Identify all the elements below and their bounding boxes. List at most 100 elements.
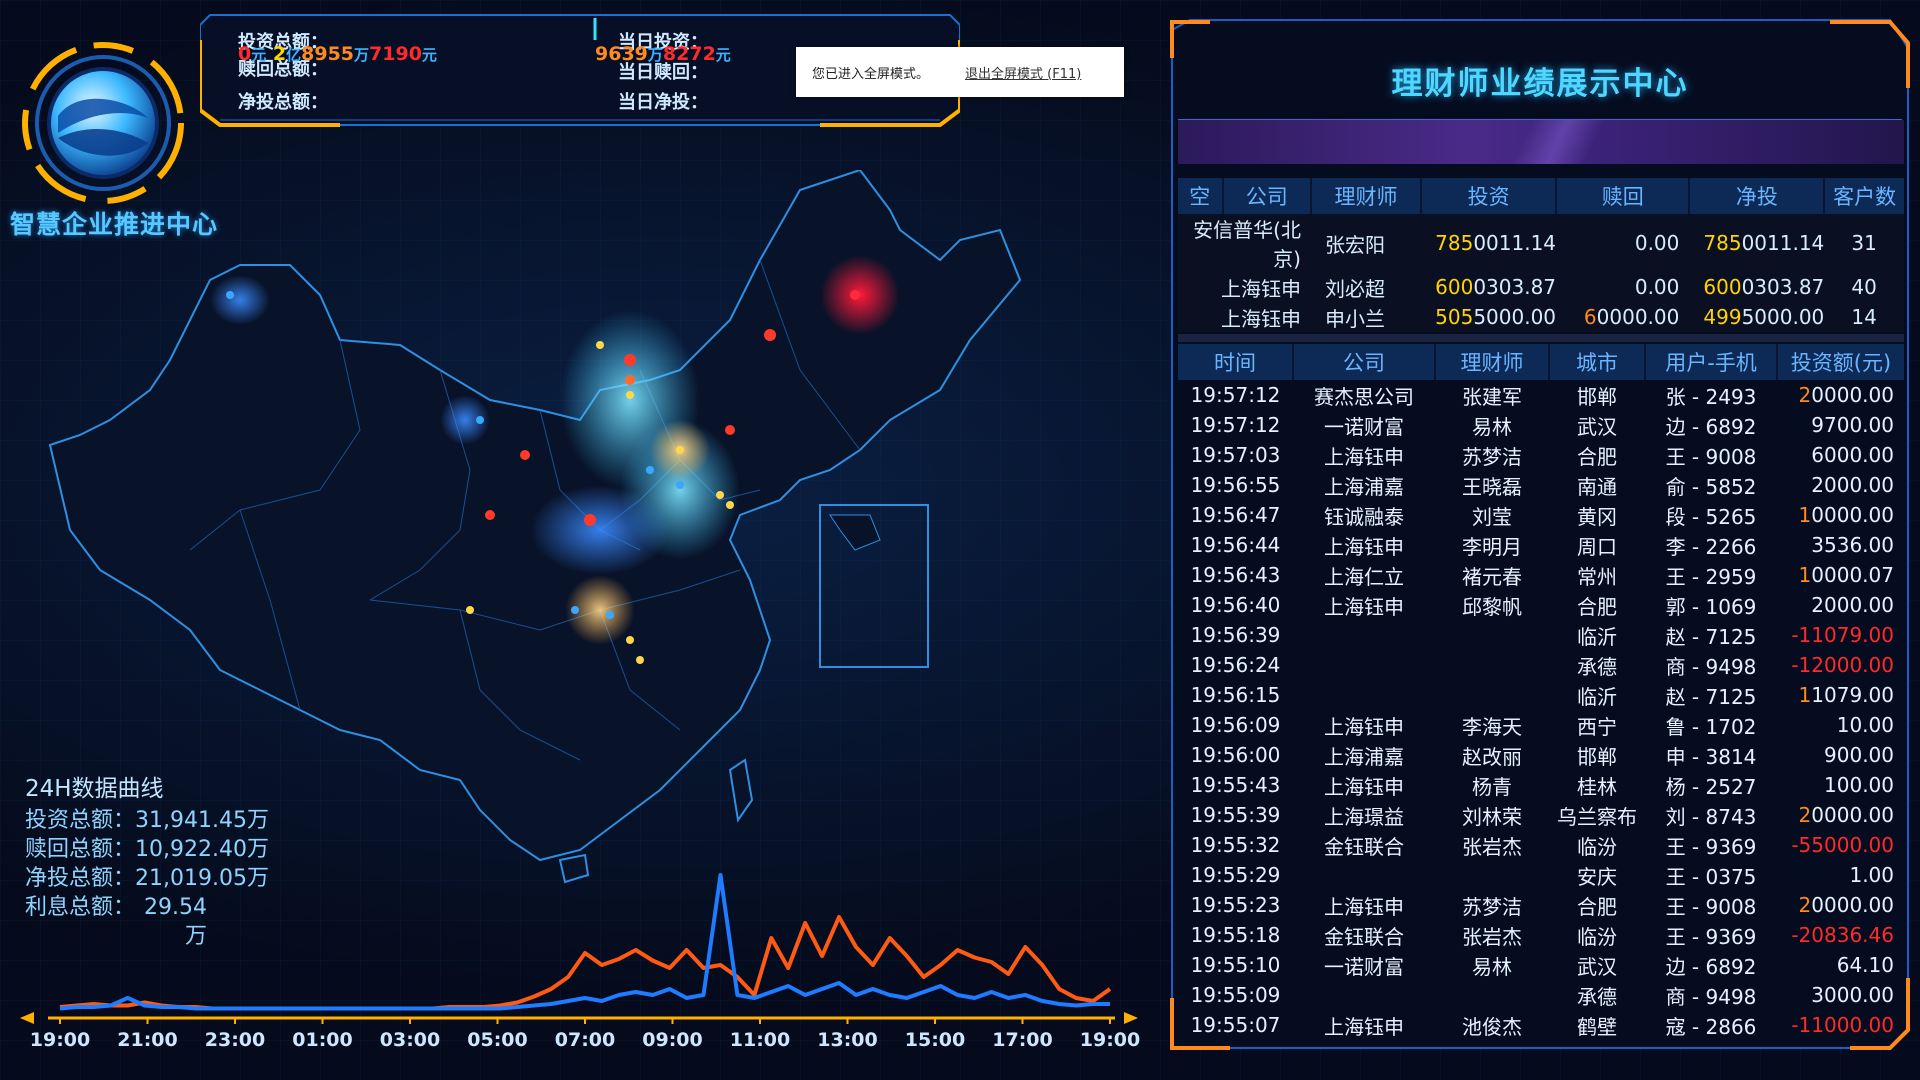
x-tick-label: 03:00: [380, 1029, 440, 1051]
top-advisor: 张宏阳: [1324, 232, 1385, 257]
x-tick-label: 11:00: [730, 1029, 790, 1051]
fullscreen-message: 您已进入全屏模式。: [812, 66, 930, 82]
top-company: 上海钰申: [1220, 276, 1301, 301]
tx-user-phone: 郭 - 1069: [1665, 594, 1757, 619]
x-tick-label: 09:00: [642, 1029, 702, 1051]
tx-amount: -12000.00: [1791, 653, 1894, 677]
top-advisor-row: 安信普华(北京) 张宏阳 7850011.14 0.00 7850011.14 31: [1178, 214, 1904, 272]
header-city: 城市: [1549, 344, 1646, 380]
invest-total-value: 0元 2亿8955万7190元: [238, 43, 437, 65]
x-tick-label: 13:00: [817, 1029, 877, 1051]
top-redeem: 0.00: [1634, 231, 1680, 255]
tx-user-phone: 边 - 6892: [1665, 954, 1757, 979]
tx-time: 19:56:39: [1190, 623, 1281, 647]
tx-advisor: 张岩杰: [1462, 924, 1522, 949]
tx-city: 邯郸: [1577, 384, 1617, 409]
tx-user-phone: 赵 - 7125: [1665, 684, 1757, 709]
top-advisor: 申小兰: [1324, 306, 1385, 331]
tx-user-phone: 王 - 0375: [1665, 864, 1757, 889]
top-net: 4995000.00: [1703, 305, 1825, 329]
section-divider: [1178, 334, 1904, 342]
top-advisor: 刘必超: [1324, 276, 1385, 301]
tx-company: [1293, 980, 1435, 1010]
tx-user-phone: 寇 - 2866: [1665, 1014, 1757, 1039]
transaction-row: 19:55:29 安庆 王 - 0375 1.00: [1178, 860, 1904, 890]
tx-city: 合肥: [1577, 444, 1617, 469]
title-band: [1178, 120, 1904, 164]
header-advisor: 理财师: [1310, 178, 1423, 214]
tx-amount: 11079.00: [1798, 683, 1894, 707]
scroll-left-icon[interactable]: [20, 1012, 34, 1024]
top-invest: 7850011.14: [1435, 231, 1557, 255]
top-advisors-table: 空 公司 理财师 投资 赎回 净投 客户数 安信普华(北京) 张宏阳 7850011…: [1178, 178, 1904, 332]
tx-company: 上海钰申: [1324, 1014, 1404, 1039]
tx-company: 一诺财富: [1324, 414, 1404, 439]
tx-company: 赛杰思公司: [1314, 384, 1414, 409]
tx-company: 上海钰申: [1324, 774, 1404, 799]
tx-amount: -55000.00: [1791, 833, 1894, 857]
header-company: 公司: [1293, 344, 1436, 380]
top-customers: 14: [1851, 305, 1877, 329]
tx-amount: 3000.00: [1811, 983, 1894, 1007]
tx-amount: 2000.00: [1811, 473, 1894, 497]
tx-time: 19:55:10: [1190, 953, 1281, 977]
series-line-blue: [59, 873, 1110, 1011]
top-advisor-row: 上海钰申 申小兰 5055000.00 60000.00 4995000.00 14: [1178, 302, 1904, 332]
transaction-row: 19:56:40 上海钰申 邱黎帆 合肥 郭 - 1069 2000.00: [1178, 590, 1904, 620]
tx-amount: 100.00: [1824, 773, 1894, 797]
scroll-right-icon[interactable]: [1124, 1012, 1138, 1024]
panel-24h-row: 投资总额： 31,941.45万: [25, 808, 269, 833]
live-header: 时间 公司 理财师 城市 用户-手机 投资额(元): [1178, 344, 1904, 380]
header-time: 时间: [1178, 344, 1294, 380]
tx-advisor: 褚元春: [1462, 564, 1522, 589]
transaction-row: 19:55:43 上海钰申 杨青 桂林 杨 - 2527 100.00: [1178, 770, 1904, 800]
tx-advisor: 池俊杰: [1462, 1014, 1522, 1039]
transaction-row: 19:55:10 一诺财富 易林 武汉 边 - 6892 64.10: [1178, 950, 1904, 980]
header-user-phone: 用户-手机: [1645, 344, 1778, 380]
tx-advisor: [1435, 650, 1549, 680]
tx-user-phone: 边 - 6892: [1665, 414, 1757, 439]
header-company: 公司: [1222, 178, 1312, 214]
live-transactions-table: 时间 公司 理财师 城市 用户-手机 投资额(元) 19:57:12 赛杰思公司张…: [1178, 344, 1904, 1040]
transaction-row: 19:57:03 上海钰申 苏梦洁 合肥 王 - 9008 6000.00: [1178, 440, 1904, 470]
tx-city: 邯郸: [1577, 744, 1617, 769]
tx-user-phone: 王 - 9008: [1665, 894, 1757, 919]
top-customers: 31: [1851, 231, 1877, 255]
tx-time: 19:55:32: [1190, 833, 1281, 857]
header-amount: 投资额(元): [1777, 344, 1904, 380]
tx-amount: 1.00: [1849, 863, 1894, 887]
tx-amount: 64.10: [1836, 953, 1894, 977]
top-invest: 6000303.87: [1435, 275, 1557, 299]
tx-city: 鹤壁: [1577, 1014, 1617, 1039]
tx-user-phone: 鲁 - 1702: [1665, 714, 1757, 739]
tx-advisor: 苏梦洁: [1462, 444, 1522, 469]
tx-city: 黄冈: [1577, 504, 1617, 529]
header-redeem: 赎回: [1556, 178, 1691, 214]
transaction-row: 19:56:55 上海浦嘉 王晓磊 南通 俞 - 5852 2000.00: [1178, 470, 1904, 500]
tx-user-phone: 商 - 9498: [1665, 984, 1757, 1009]
header-advisor: 理财师: [1435, 344, 1550, 380]
transaction-row: 19:56:15 临沂 赵 - 7125 11079.00: [1178, 680, 1904, 710]
tx-amount: -11000.00: [1791, 1013, 1894, 1037]
tx-amount: 3536.00: [1811, 533, 1894, 557]
tx-advisor: [1435, 860, 1549, 890]
header-net: 净投: [1689, 178, 1826, 214]
tx-advisor: 易林: [1472, 414, 1512, 439]
tx-company: 上海钰申: [1324, 594, 1404, 619]
exit-fullscreen-link[interactable]: 退出全屏模式 (F11): [965, 63, 1081, 82]
tx-amount: 900.00: [1824, 743, 1894, 767]
panel-24h-title: 24H数据曲线: [25, 776, 164, 802]
tx-city: 西宁: [1577, 714, 1617, 739]
tx-company: [1293, 860, 1435, 890]
transaction-row: 19:57:12 一诺财富 易林 武汉 边 - 6892 9700.00: [1178, 410, 1904, 440]
tx-amount: 20000.00: [1798, 383, 1894, 407]
header-empty: 空: [1178, 178, 1224, 214]
chart-lines: [59, 873, 1112, 1011]
tx-company: [1293, 620, 1435, 650]
top-company: 安信普华(北京): [1193, 218, 1301, 271]
tx-user-phone: 杨 - 2527: [1665, 774, 1757, 799]
tx-time: 19:56:15: [1190, 683, 1281, 707]
top-customers: 40: [1851, 275, 1877, 299]
tx-amount: 10.00: [1836, 713, 1894, 737]
tx-city: 临沂: [1577, 684, 1617, 709]
